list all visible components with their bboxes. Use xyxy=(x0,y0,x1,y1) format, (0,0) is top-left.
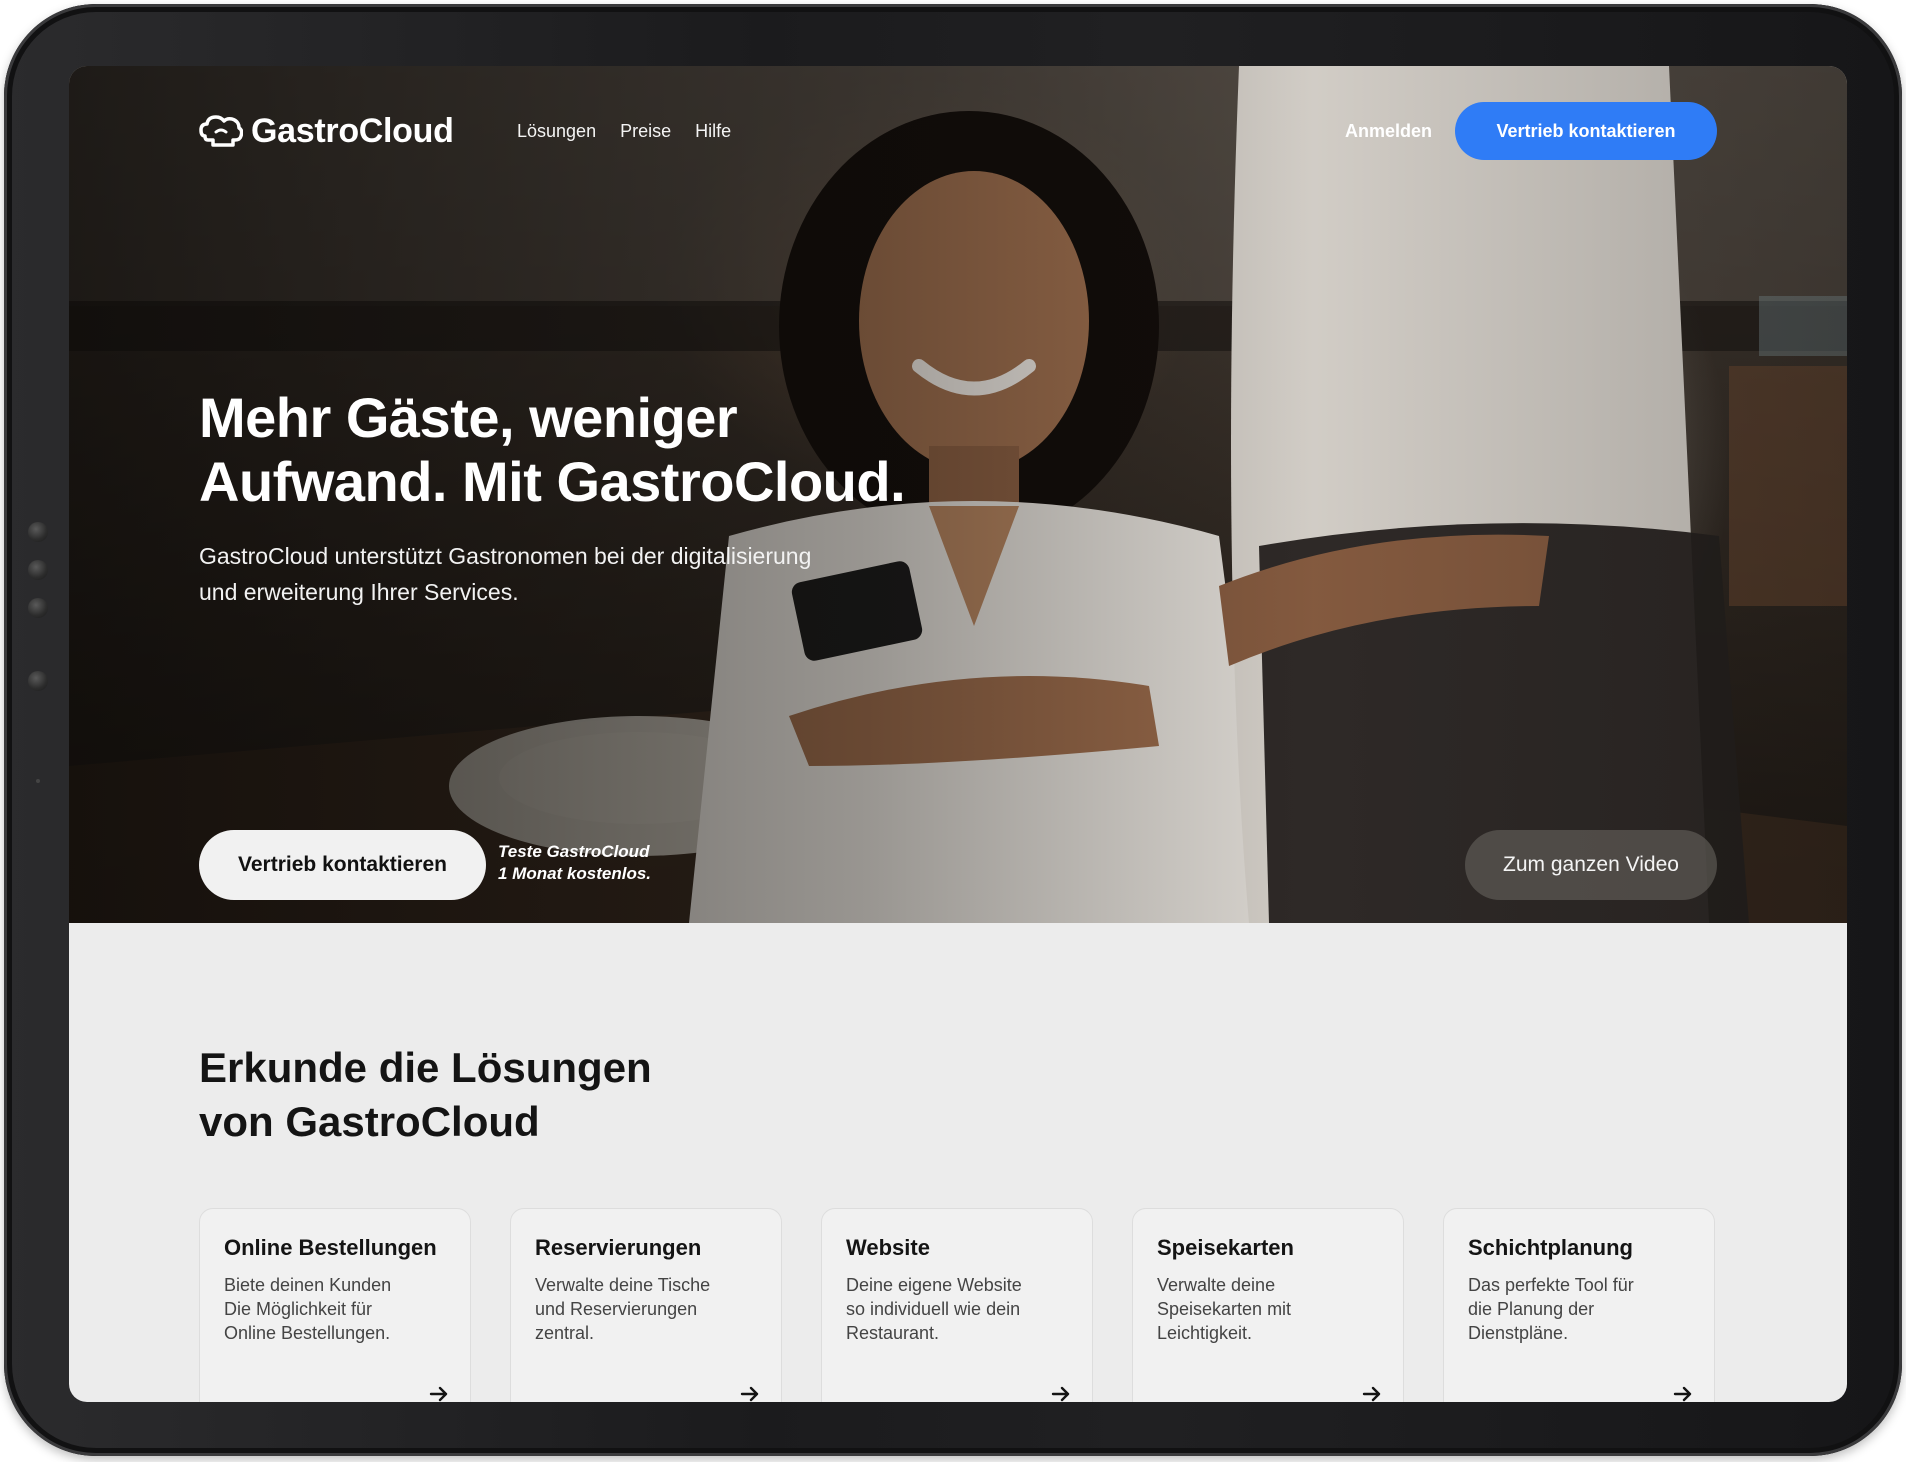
card-text-line: Speisekarten mit xyxy=(1157,1299,1292,1319)
hero-headline-line: Mehr Gäste, weniger xyxy=(199,386,738,449)
nav-link-loesungen[interactable]: Lösungen xyxy=(517,121,596,142)
card-text-line: Verwalte deine xyxy=(1157,1275,1276,1295)
arrow-right-icon[interactable] xyxy=(1672,1383,1694,1402)
card-text-line: Biete deinen Kunden xyxy=(224,1275,392,1295)
card-text-line: Dienstpläne. xyxy=(1468,1323,1569,1343)
card-text-line: so individuell wie dein xyxy=(846,1299,1021,1319)
nav-link-hilfe[interactable]: Hilfe xyxy=(695,121,731,142)
card-text-line: Leichtigkeit. xyxy=(1157,1323,1253,1343)
hero-subline-line: GastroCloud unterstützt Gastronomen bei … xyxy=(199,543,812,569)
card-text-line: die Planung der xyxy=(1468,1299,1595,1319)
tablet-frame: GastroCloud Lösungen Preise Hilfe Anmeld… xyxy=(4,4,1902,1456)
side-button xyxy=(28,671,48,691)
side-button xyxy=(28,560,48,580)
side-dot xyxy=(36,779,40,783)
hero-section: GastroCloud Lösungen Preise Hilfe Anmeld… xyxy=(69,66,1847,923)
side-button xyxy=(28,598,48,618)
card-text: Verwalte deine Speisekarten mit Leichtig… xyxy=(1157,1273,1379,1345)
card-text: Biete deinen Kunden Die Möglichkeit für … xyxy=(224,1273,446,1345)
card-text-line: Restaurant. xyxy=(846,1323,940,1343)
card-text: Verwalte deine Tische und Reservierungen… xyxy=(535,1273,757,1345)
solutions-title-line: Erkunde die Lösungen xyxy=(199,1044,652,1091)
card-text: Das perfekte Tool für die Planung der Di… xyxy=(1468,1273,1690,1345)
solution-card-schichtplanung[interactable]: Schichtplanung Das perfekte Tool für die… xyxy=(1443,1208,1715,1402)
card-text-line: Verwalte deine Tische xyxy=(535,1275,711,1295)
solution-card-website[interactable]: Website Deine eigene Website so individu… xyxy=(821,1208,1093,1402)
hero-subline: GastroCloud unterstützt Gastronomen bei … xyxy=(199,538,979,610)
solution-card-online-bestellungen[interactable]: Online Bestellungen Biete deinen Kunden … xyxy=(199,1208,471,1402)
card-title: Speisekarten xyxy=(1157,1235,1294,1260)
contact-sales-button-nav[interactable]: Vertrieb kontaktieren xyxy=(1455,102,1717,160)
nav-links: Lösungen Preise Hilfe xyxy=(517,102,731,160)
watch-video-button[interactable]: Zum ganzen Video xyxy=(1465,830,1717,900)
hero-subline-line: und erweiterung Ihrer Services. xyxy=(199,579,519,605)
logo[interactable]: GastroCloud xyxy=(199,102,454,160)
solutions-title-line: von GastroCloud xyxy=(199,1098,540,1145)
card-title: Schichtplanung xyxy=(1468,1235,1633,1260)
solution-card-speisekarten[interactable]: Speisekarten Verwalte deine Speisekarten… xyxy=(1132,1208,1404,1402)
card-title: Website xyxy=(846,1235,930,1260)
card-text-line: Die Möglichkeit für xyxy=(224,1299,373,1319)
card-text-line: Online Bestellungen. xyxy=(224,1323,391,1343)
card-text-line: und Reservierungen xyxy=(535,1299,698,1319)
top-nav: GastroCloud Lösungen Preise Hilfe Anmeld… xyxy=(199,102,1717,160)
card-text-line: Deine eigene Website xyxy=(846,1275,1022,1295)
logo-text: GastroCloud xyxy=(251,111,454,150)
contact-sales-button-hero[interactable]: Vertrieb kontaktieren xyxy=(199,830,486,900)
arrow-right-icon[interactable] xyxy=(1361,1383,1383,1402)
free-trial-note: Teste GastroCloud 1 Monat kostenlos. xyxy=(498,841,651,885)
free-trial-line: Teste GastroCloud xyxy=(498,842,650,861)
side-button xyxy=(28,522,48,542)
card-text-line: zentral. xyxy=(535,1323,595,1343)
hero-headline-line: Aufwand. Mit GastroCloud. xyxy=(199,450,906,513)
arrow-right-icon[interactable] xyxy=(1050,1383,1072,1402)
arrow-right-icon[interactable] xyxy=(739,1383,761,1402)
card-title: Reservierungen xyxy=(535,1235,702,1260)
solution-card-reservierungen[interactable]: Reservierungen Verwalte deine Tische und… xyxy=(510,1208,782,1402)
card-title: Online Bestellungen xyxy=(224,1235,437,1260)
chef-hat-cloud-icon xyxy=(199,115,243,147)
hero-headline: Mehr Gäste, weniger Aufwand. Mit GastroC… xyxy=(199,386,1099,514)
login-link[interactable]: Anmelden xyxy=(1345,102,1432,160)
screen: GastroCloud Lösungen Preise Hilfe Anmeld… xyxy=(69,66,1847,1402)
solution-cards: Online Bestellungen Biete deinen Kunden … xyxy=(199,1208,1718,1402)
nav-link-preise[interactable]: Preise xyxy=(620,121,671,142)
arrow-right-icon[interactable] xyxy=(428,1383,450,1402)
solutions-title: Erkunde die Lösungen von GastroCloud xyxy=(199,1041,899,1149)
card-text: Deine eigene Website so individuell wie … xyxy=(846,1273,1068,1345)
card-text-line: Das perfekte Tool für xyxy=(1468,1275,1634,1295)
free-trial-line: 1 Monat kostenlos. xyxy=(498,864,652,883)
